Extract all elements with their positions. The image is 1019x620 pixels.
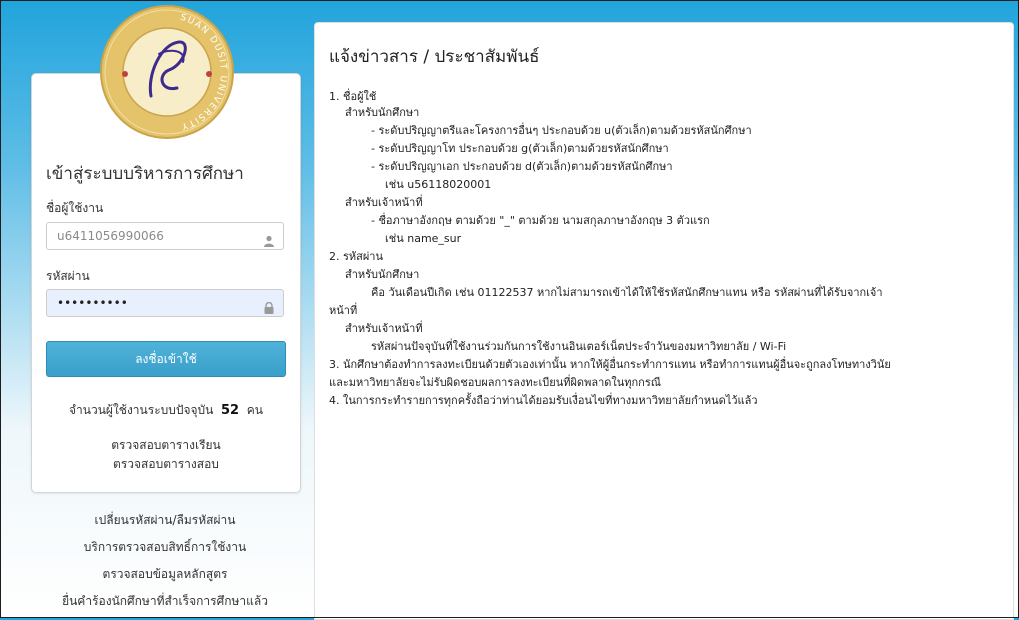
graduate-petition-link[interactable]: ยื่นคำร้องนักศึกษาที่สำเร็จการศึกษาแล้ว bbox=[31, 592, 299, 611]
news-line: - ระดับปริญญาเอก ประกอบด้วย d(ตัวเล็ก)ตา… bbox=[371, 160, 673, 173]
online-count-suffix: คน bbox=[246, 403, 263, 417]
check-class-schedule-link[interactable]: ตรวจสอบตารางเรียน bbox=[32, 436, 300, 455]
news-line: เช่น u56118020001 bbox=[385, 178, 492, 191]
login-button[interactable]: ลงชื่อเข้าใช้ bbox=[46, 341, 286, 377]
password-value: •••••••••• bbox=[57, 296, 128, 310]
username-input[interactable]: u6411056990066 bbox=[46, 222, 284, 250]
check-access-rights-link[interactable]: บริการตรวจสอบสิทธิ์การใช้งาน bbox=[31, 538, 299, 557]
news-line: สำหรับเจ้าหน้าที่ bbox=[345, 322, 423, 335]
lock-icon bbox=[263, 297, 275, 314]
news-line: - ระดับปริญญาโท ประกอบด้วย g(ตัวเล็ก)ตาม… bbox=[371, 142, 669, 155]
university-logo: SUAN DUSIT UNIVERSITY bbox=[99, 4, 235, 140]
news-line: เช่น name_sur bbox=[385, 232, 462, 245]
news-line: สำหรับนักศึกษา bbox=[345, 268, 420, 281]
news-line: - ระดับปริญญาตรีและโครงการอื่นๆ ประกอบด้… bbox=[371, 124, 752, 137]
username-label: ชื่อผู้ใช้งาน bbox=[46, 201, 104, 215]
check-curriculum-link[interactable]: ตรวจสอบข้อมูลหลักสูตร bbox=[31, 565, 299, 584]
change-password-link[interactable]: เปลี่ยนรหัสผ่าน/ลืมรหัสผ่าน bbox=[31, 511, 299, 530]
news-line: - ชื่อภาษาอังกฤษ ตามด้วย "_" ตามด้วย นาม… bbox=[371, 214, 710, 227]
login-title: เข้าสู่ระบบบริหารการศึกษา bbox=[46, 164, 244, 184]
online-count-value: 52 bbox=[221, 403, 240, 418]
news-line: 4. ในการกระทำรายการทุกครั้งถือว่าท่านได้… bbox=[329, 394, 758, 407]
news-line: 2. รหัสผ่าน bbox=[329, 250, 384, 263]
announcement-panel: แจ้งข่าวสาร / ประชาสัมพันธ์ 1. ชื่อผู้ใช… bbox=[314, 22, 1014, 620]
password-input[interactable]: •••••••••• bbox=[46, 289, 284, 317]
password-label: รหัสผ่าน bbox=[46, 269, 90, 283]
user-icon bbox=[263, 230, 275, 247]
online-users-count: จำนวนผู้ใช้งานระบบปัจจุบัน 52 คน bbox=[32, 401, 300, 420]
username-placeholder: u6411056990066 bbox=[57, 229, 164, 243]
news-line: รหัสผ่านปัจจุบันที่ใช้งานร่วมกันการใช้งา… bbox=[371, 340, 787, 353]
online-count-prefix: จำนวนผู้ใช้งานระบบปัจจุบัน bbox=[69, 403, 214, 417]
news-line: และมหาวิทยาลัยจะไม่รับผิดชอบผลการลงทะเบี… bbox=[329, 376, 661, 389]
news-line: คือ วันเดือนปีเกิด เช่น 01122537 หากไม่ส… bbox=[371, 286, 883, 299]
news-line: สำหรับนักศึกษา bbox=[345, 106, 420, 119]
news-line: สำหรับเจ้าหน้าที่ bbox=[345, 196, 423, 209]
news-line: 3. นักศึกษาต้องทำการลงทะเบียนด้วยตัวเองเ… bbox=[329, 358, 891, 371]
announcement-title: แจ้งข่าวสาร / ประชาสัมพันธ์ bbox=[329, 47, 540, 67]
check-exam-schedule-link[interactable]: ตรวจสอบตารางสอบ bbox=[32, 455, 300, 474]
news-line: หน้าที่ bbox=[329, 304, 358, 317]
